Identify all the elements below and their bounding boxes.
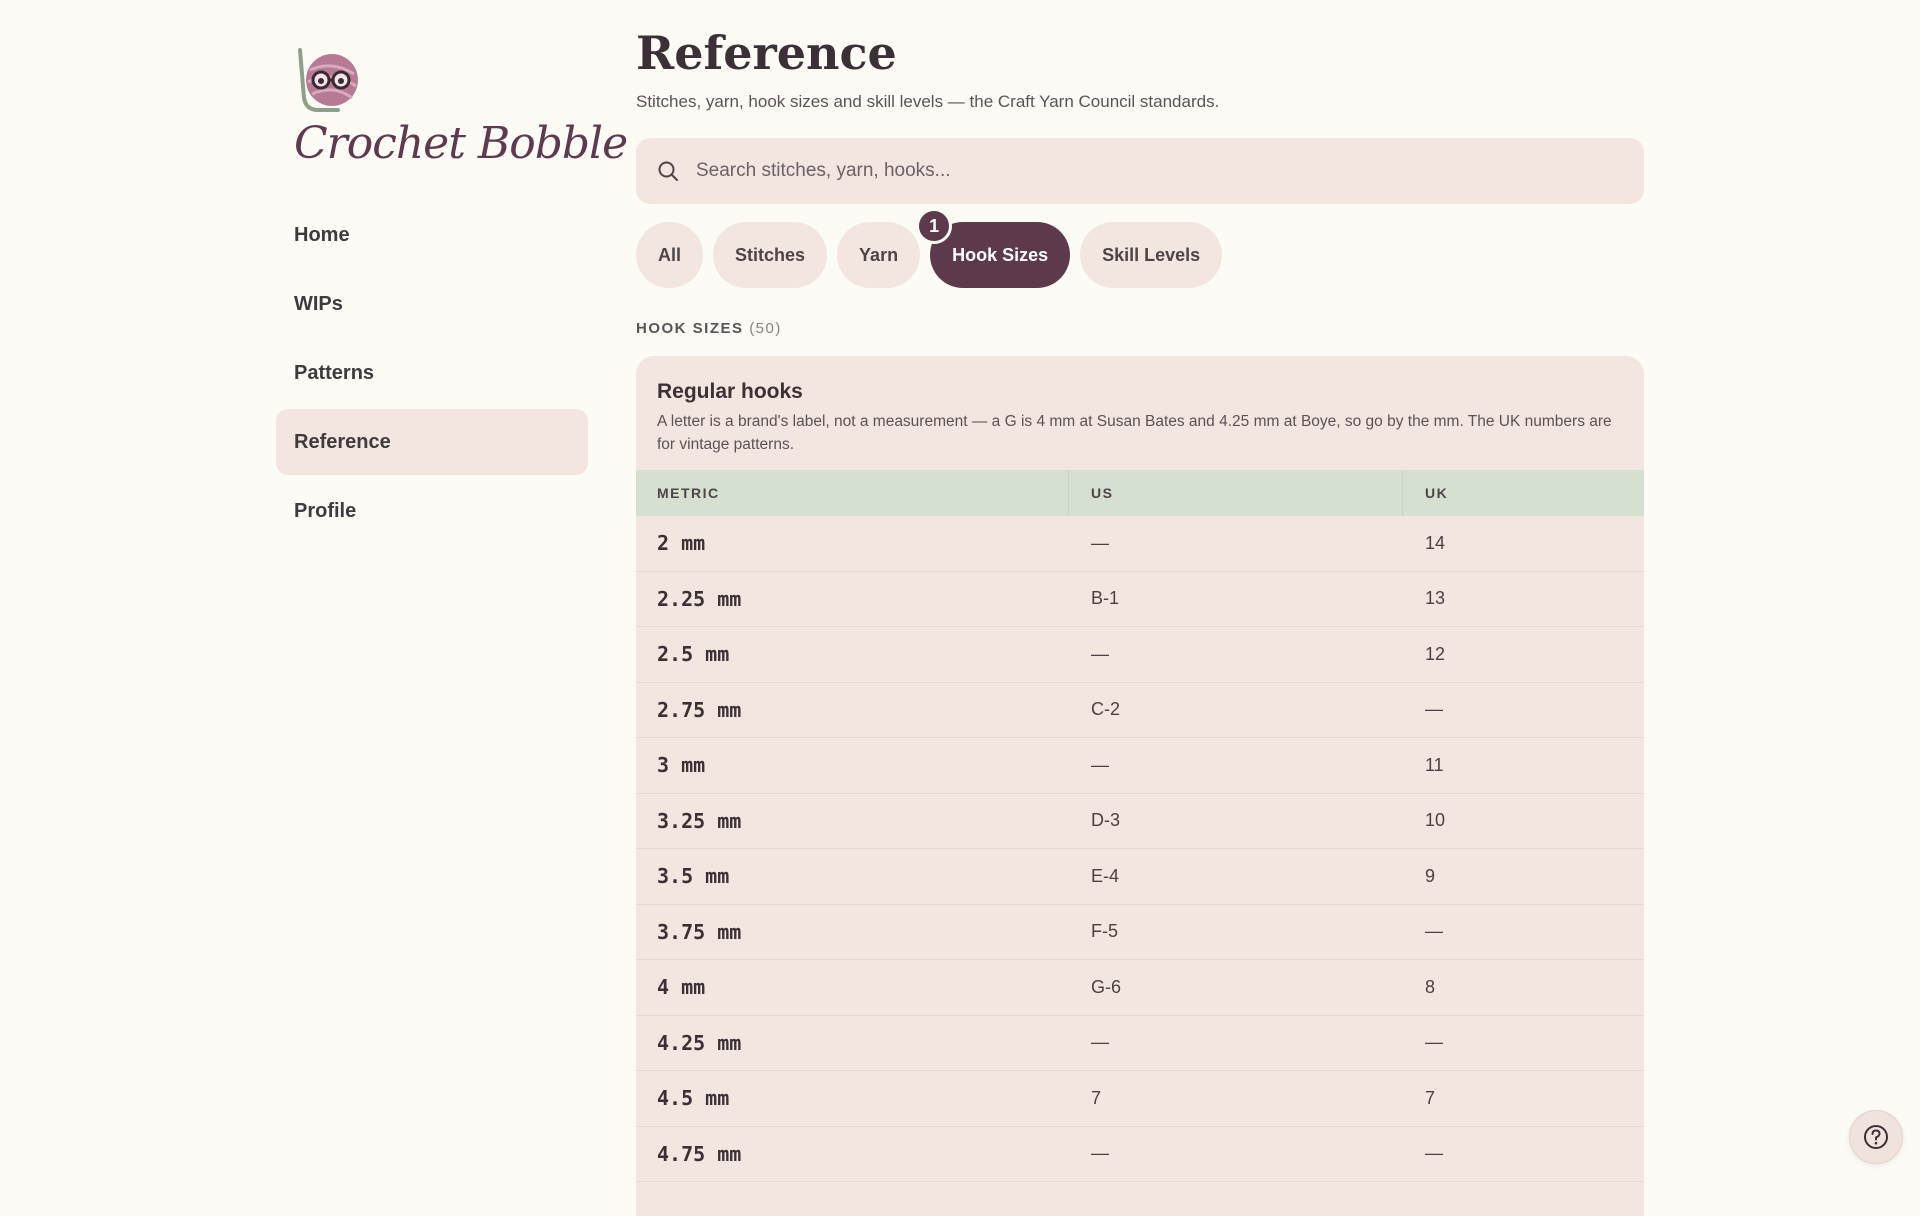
nav-item-home[interactable]: Home [276, 202, 588, 268]
cell-us: — [1091, 1143, 1109, 1164]
filter-chip-skill-levels[interactable]: Skill Levels [1080, 222, 1223, 288]
filter-chip-all[interactable]: All [636, 222, 704, 288]
cell-uk: — [1425, 921, 1443, 942]
cell-metric: 3.75 mm [657, 919, 742, 944]
section-heading: HOOK SIZES (50) [636, 320, 782, 337]
nav-item-patterns[interactable]: Patterns [276, 340, 588, 406]
cell-uk: 9 [1425, 865, 1436, 886]
cell-uk: 14 [1425, 532, 1446, 553]
cell-uk: 13 [1425, 588, 1446, 609]
section-count: (50) [749, 320, 782, 337]
filter-chip-hook-sizes[interactable]: 1 Hook Sizes [916, 208, 1071, 288]
step-badge: 1 [916, 208, 953, 244]
hook-sizes-card: Regular hooks A letter is a brand's labe… [636, 356, 1644, 1216]
cell-us: — [1091, 1032, 1109, 1053]
cell-metric: 4 mm [657, 975, 706, 1000]
brand-name: Crochet Bobble [294, 118, 628, 169]
cell-uk: 11 [1425, 754, 1444, 775]
cell-uk: 7 [1425, 1087, 1436, 1108]
cell-us: B-1 [1091, 588, 1120, 609]
cell-us: — [1091, 643, 1109, 664]
nav-item-reference[interactable]: Reference [276, 409, 588, 475]
filter-chip-yarn[interactable]: Yarn [837, 222, 921, 288]
chip-label: Hook Sizes [952, 244, 1049, 265]
page-title: Reference [636, 26, 897, 80]
hook-size-table: METRIC US UK 2 mm — 14 2.25 mm B-1 13 2.5 mm — 1… [636, 470, 1644, 1182]
page-subtitle: Stitches, yarn, hook sizes and skill lev… [636, 92, 1220, 111]
cell-metric: 4.25 mm [657, 1030, 742, 1055]
table-row: 2.25 mm B-1 13 [636, 572, 1644, 627]
cell-us: 7 [1091, 1087, 1102, 1108]
table-body: 2 mm —14 2.25 mm B-1 13 2.5 mm —12 2.75 mm C-2—3… [636, 516, 1644, 1182]
table-row: 2 mm — 14 [636, 516, 1644, 572]
cell-metric: 2.25 mm [657, 586, 742, 611]
cell-us: C-2 [1091, 699, 1121, 720]
cell-us: — [1091, 754, 1109, 775]
nav-item-profile[interactable]: Profile [276, 478, 588, 544]
cell-metric: 2.75 mm [657, 697, 742, 722]
cell-uk: 8 [1425, 976, 1436, 997]
cell-us: G-6 [1091, 976, 1122, 997]
card-description: A letter is a brand's label, not a measu… [657, 413, 1612, 453]
table-header: METRIC US UK [636, 470, 1644, 516]
yarn-ball-logo-icon [298, 48, 358, 112]
table-row: 3.25 mm D-3 10 [636, 794, 1644, 849]
help-icon [1864, 1125, 1888, 1149]
cell-metric: 2.5 mm [657, 642, 730, 667]
table-row: 4.25 mm — — [636, 1016, 1644, 1071]
search-input[interactable] [696, 138, 1616, 204]
filter-chips: All Stitches Yarn 1 Hook Sizes Skill Lev… [636, 208, 1223, 288]
column-header-us: US [1069, 470, 1403, 516]
table-row: 3 mm — 11 [636, 738, 1644, 794]
cell-us: D-3 [1091, 810, 1121, 831]
cell-us: F-5 [1091, 921, 1118, 942]
cell-uk: — [1425, 1143, 1443, 1164]
sidebar: Crochet Bobble Home WIPs Patterns Refere… [276, 0, 628, 1200]
table-row: 3.5 mm E-4 9 [636, 849, 1644, 905]
table-row: 2.5 mm — 12 [636, 627, 1644, 683]
column-header-uk: UK [1425, 485, 1449, 501]
main-nav: Home WIPs Patterns Reference Profile [276, 202, 588, 547]
cell-uk: 12 [1425, 643, 1446, 664]
cell-us: — [1091, 532, 1109, 553]
cell-uk: 10 [1425, 810, 1446, 831]
table-row: 4.5 mm 7 7 [636, 1071, 1644, 1127]
cell-metric: 3 mm [657, 753, 706, 778]
cell-metric: 4.5 mm [657, 1086, 730, 1111]
chip-label: Stitches [735, 244, 806, 265]
search-bar[interactable] [636, 138, 1644, 204]
cell-metric: 3.25 mm [657, 808, 742, 833]
chip-label: Skill Levels [1102, 244, 1201, 265]
card-title: Regular hooks [657, 380, 803, 403]
filter-chip-stitches[interactable]: Stitches [713, 222, 828, 288]
nav-item-wips[interactable]: WIPs [276, 271, 588, 337]
chip-label: All [658, 244, 682, 265]
search-icon [658, 161, 678, 181]
cell-metric: 3.5 mm [657, 864, 730, 889]
table-row: 4 mm G-6 8 [636, 960, 1644, 1016]
cell-uk: — [1425, 1032, 1443, 1053]
column-header-metric: METRIC [636, 470, 1069, 516]
table-row: 3.75 mm F-5 — [636, 905, 1644, 960]
cell-metric: 2 mm [657, 531, 706, 556]
cell-us: E-4 [1091, 865, 1120, 886]
table-row: 2.75 mm C-2 — [636, 683, 1644, 738]
cell-metric: 4.75 mm [657, 1141, 742, 1166]
table-row: 4.75 mm — — [636, 1127, 1644, 1182]
help-button[interactable] [1849, 1110, 1903, 1164]
cell-uk: — [1425, 699, 1443, 720]
section-title: HOOK SIZES [636, 320, 744, 337]
chip-label: Yarn [859, 244, 899, 265]
